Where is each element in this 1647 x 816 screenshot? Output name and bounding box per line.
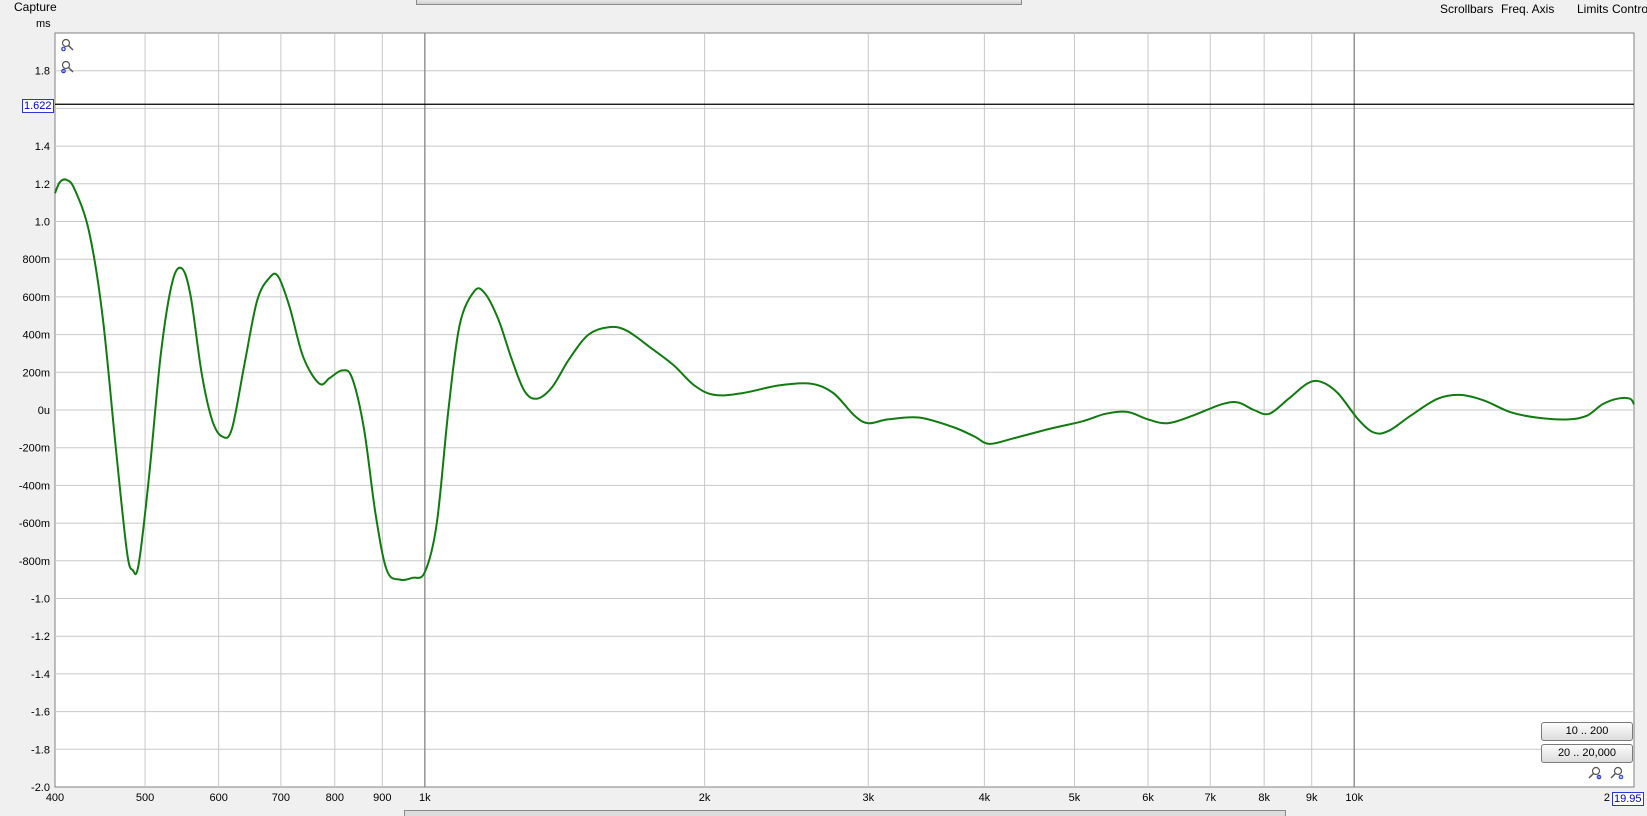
y-tick-label: -1.6 xyxy=(31,707,50,719)
zoom-out-icon[interactable] xyxy=(1588,766,1602,780)
y-tick-label: -1.4 xyxy=(31,669,50,681)
bottom-toolbar-strip[interactable] xyxy=(404,810,1286,816)
y-tick-label: 400m xyxy=(22,330,50,342)
x-tick-label: 7k xyxy=(1204,792,1216,804)
x-axis-ticks: 400 500 600 700 800 900 1k 2k 3k 4k 5k 6k 7k 8k 9k 10k 2 xyxy=(46,792,1610,804)
y-tick-label: 1.2 xyxy=(35,179,50,191)
x-cursor-value[interactable]: 19.95 xyxy=(1612,792,1644,806)
y-cursor-value[interactable]: 1.622 xyxy=(22,99,54,113)
x-tick-label: 500 xyxy=(136,792,154,804)
y-tick-label: 0u xyxy=(38,405,50,417)
x-tick-label: 5k xyxy=(1069,792,1081,804)
y-tick-label: -800m xyxy=(19,556,50,568)
y-tick-label: -1.0 xyxy=(31,594,50,606)
y-tick-label: 1.8 xyxy=(35,66,50,78)
x-tick-label: 1k xyxy=(419,792,431,804)
zoom-in-icon[interactable] xyxy=(1610,766,1624,780)
x-tick-label: 2 xyxy=(1604,792,1610,804)
x-tick-label: 8k xyxy=(1258,792,1270,804)
x-tick-label: 9k xyxy=(1306,792,1318,804)
zoom-out-icon[interactable] xyxy=(61,60,75,74)
x-tick-label: 400 xyxy=(46,792,64,804)
x-tick-label: 800 xyxy=(326,792,344,804)
zoom-in-icon[interactable] xyxy=(61,38,75,52)
x-tick-label: 900 xyxy=(373,792,391,804)
y-tick-label: 600m xyxy=(22,292,50,304)
x-tick-label: 3k xyxy=(862,792,874,804)
y-tick-label: -1.8 xyxy=(31,744,50,756)
y-tick-label: -1.2 xyxy=(31,631,50,643)
y-tick-label: 800m xyxy=(22,254,50,266)
x-tick-label: 600 xyxy=(209,792,227,804)
y-tick-label: -600m xyxy=(19,518,50,530)
x-tick-label: 4k xyxy=(979,792,991,804)
y-tick-label: 1.4 xyxy=(35,141,50,153)
y-tick-label: 1.0 xyxy=(35,217,50,229)
range-20-20000-button[interactable]: 20 .. 20,000 xyxy=(1541,744,1633,763)
x-tick-label: 2k xyxy=(699,792,711,804)
y-tick-label: 200m xyxy=(22,367,50,379)
y-tick-label: -200m xyxy=(19,443,50,455)
x-tick-label: 6k xyxy=(1142,792,1154,804)
y-axis-ticks: 1.8 1.4 1.2 1.0 800m 600m 400m 200m 0u -200m -400m… xyxy=(19,66,50,794)
x-tick-label: 10k xyxy=(1345,792,1363,804)
y-tick-label: -400m xyxy=(19,480,50,492)
chart[interactable]: 1.8 1.4 1.2 1.0 800m 600m 400m 200m 0u -200m -400m… xyxy=(0,0,1647,815)
x-tick-label: 700 xyxy=(272,792,290,804)
range-10-200-button[interactable]: 10 .. 200 xyxy=(1541,722,1633,741)
